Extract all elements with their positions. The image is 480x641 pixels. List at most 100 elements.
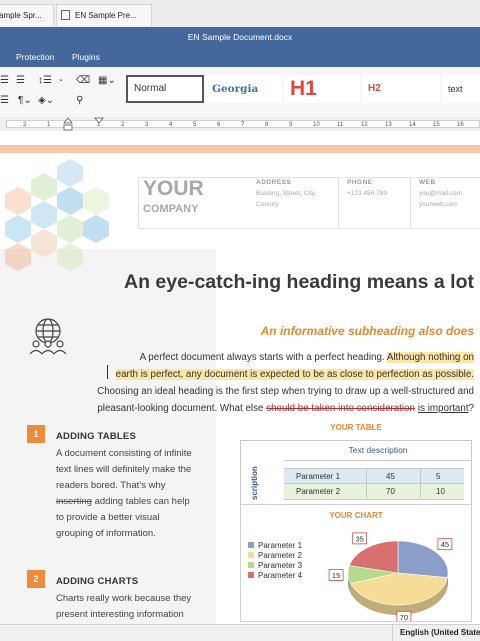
- ruler-label: 10: [313, 122, 320, 128]
- ruler-label: 2: [121, 122, 125, 128]
- window-title: EN Sample Document.docx: [0, 27, 480, 47]
- style-text[interactable]: text: [442, 75, 480, 103]
- ruler-label: 11: [337, 122, 344, 128]
- legend-label: Parameter 3: [258, 561, 303, 570]
- intro-paragraph: A perfect document always starts with a …: [0, 349, 474, 417]
- tab-label: EN Sample Pre...: [75, 11, 137, 20]
- indent-icon[interactable]: ☰: [0, 95, 9, 107]
- company-name-line2: COMPANY: [143, 203, 199, 215]
- paragraph-mark-icon[interactable]: ¶⌄: [18, 95, 32, 107]
- contact-divider: [338, 177, 339, 227]
- table-cell: 5: [436, 472, 441, 481]
- pie-chart: 45 70 15 35: [328, 532, 453, 621]
- line-spacing-icon[interactable]: ↕☰: [38, 75, 52, 87]
- style-normal[interactable]: Normal: [126, 75, 204, 103]
- paragraph-line-1: A perfect document always starts with a …: [0, 349, 474, 366]
- presentation-icon: [61, 9, 70, 20]
- legend-item: Parameter 4: [248, 571, 302, 581]
- table-cell: Parameter 2: [296, 487, 341, 496]
- section-title: ADDING CHARTS: [56, 576, 139, 587]
- copy-style-icon[interactable]: ⚲: [76, 95, 83, 107]
- style-georgia[interactable]: Georgia: [206, 75, 282, 103]
- pie-data-label: 45: [437, 538, 453, 551]
- section-line: A document consisting of infinite: [56, 448, 192, 459]
- ruler-label: 15: [433, 122, 440, 128]
- ruler[interactable]: 2 1 1 2 3 4 5 6 7 8 9 10 11 12 13 14 15 …: [0, 117, 480, 132]
- style-normal-label: Normal: [134, 83, 167, 94]
- section-line: readers bored. That’s why: [56, 480, 166, 491]
- shading-icon[interactable]: ▦⌄: [98, 75, 116, 87]
- chart-legend: Parameter 1 Parameter 2 Parameter 3 Paramet…: [248, 541, 302, 581]
- ruler-label: 13: [385, 122, 392, 128]
- tab-presentation[interactable]: EN Sample Pre...: [56, 4, 152, 26]
- style-h1[interactable]: H1: [284, 75, 360, 103]
- main-heading: An eye-catch-ing heading means a lot: [124, 271, 474, 293]
- section-line: inserting adding tables can help: [56, 494, 211, 510]
- outline-list-icon[interactable]: ☰: [16, 75, 25, 87]
- legend-swatch: [248, 552, 254, 558]
- eraser-icon[interactable]: ⌫: [76, 75, 90, 87]
- section-number-badge: 1: [27, 425, 45, 443]
- section-line: text lines will definitely make the: [56, 464, 192, 475]
- table-cell: 70: [386, 487, 395, 496]
- chevron-down-icon[interactable]: ⌄: [58, 74, 64, 86]
- style-georgia-label: Georgia: [212, 83, 259, 95]
- style-h1-label: H1: [290, 77, 317, 100]
- pie-data-label-text: 35: [356, 534, 364, 543]
- ruler-label: 5: [193, 122, 197, 128]
- table-cell: 10: [436, 487, 445, 496]
- ruler-label: 7: [241, 122, 245, 128]
- phone-value: +123 456 789: [347, 190, 387, 197]
- legend-swatch: [248, 542, 254, 548]
- table-title: YOUR TABLE: [330, 423, 382, 432]
- ruler-label: 4: [169, 122, 173, 128]
- ruler-track: 2 1 1 2 3 4 5 6 7 8 9 10 11 12 13 14 15 …: [6, 120, 480, 128]
- phone-label: PHONE: [347, 179, 373, 186]
- section-line: to provide a better visual: [56, 512, 160, 523]
- ruler-label: 14: [409, 122, 416, 128]
- table-divider: [420, 468, 421, 498]
- first-line-indent-marker[interactable]: [93, 117, 105, 125]
- menu-protection[interactable]: Protection: [16, 47, 54, 67]
- document-page[interactable]: YOUR COMPANY ADDRESS Building, Street, C…: [0, 131, 480, 624]
- paragraph-text: pleasant-looking document. What else: [97, 403, 264, 414]
- web-email: you@mail.com: [419, 190, 463, 197]
- style-text-label: text: [448, 84, 463, 94]
- paragraph-line-3: Choosing an ideal heading is the first s…: [97, 386, 474, 397]
- section-title: ADDING TABLES: [56, 431, 137, 442]
- language-indicator[interactable]: English (United States: [400, 628, 480, 637]
- address-label: ADDRESS: [256, 179, 292, 186]
- highlighted-text: earth is perfect, any document is expect…: [115, 369, 474, 380]
- legend-swatch: [248, 562, 254, 568]
- tab-spreadsheet[interactable]: ample Spr...: [0, 4, 54, 26]
- menu-plugins[interactable]: Plugins: [72, 47, 100, 67]
- legend-swatch: [248, 572, 254, 578]
- legend-item: Parameter 1: [248, 541, 302, 551]
- list-icon[interactable]: ☰: [0, 75, 9, 87]
- chart-title: YOUR CHART: [329, 511, 383, 520]
- pie-data-label-text: 70: [400, 613, 408, 621]
- legend-label: Parameter 2: [258, 551, 303, 560]
- style-h2[interactable]: H2: [362, 75, 440, 103]
- legend-label: Parameter 4: [258, 571, 303, 580]
- table-row: Parameter 2 70 10: [284, 483, 464, 500]
- toolbar: ☰ ☰ ↕☰ ⌄ ☰ ¶⌄ ◈⌄ ⌫ ▦⌄ ⚲ Normal Georgia H…: [0, 67, 480, 118]
- paragraph-text: A perfect document always starts with a …: [139, 352, 385, 363]
- hexagon-decoration: [5, 159, 109, 271]
- left-indent-marker[interactable]: [62, 117, 74, 131]
- legend-item: Parameter 3: [248, 561, 302, 571]
- pie-data-label: 35: [352, 532, 368, 545]
- section-line: Charts really work because they: [56, 593, 192, 604]
- pie-data-label-text: 15: [332, 571, 340, 580]
- web-url: yourweb.com: [419, 201, 458, 208]
- web-label: WEB: [419, 179, 436, 186]
- fill-color-icon[interactable]: ◈⌄: [38, 95, 54, 107]
- text-cursor: [107, 365, 108, 379]
- tab-label: ample Spr...: [0, 11, 42, 20]
- section-body: A document consisting of infinite text l…: [56, 446, 211, 542]
- subheading: An informative subheading also does: [260, 324, 474, 338]
- section-line: present interesting information: [56, 609, 184, 620]
- ruler-label: 12: [361, 122, 368, 128]
- section-text: adding tables can help: [94, 496, 190, 507]
- ruler-label: 16: [457, 122, 464, 128]
